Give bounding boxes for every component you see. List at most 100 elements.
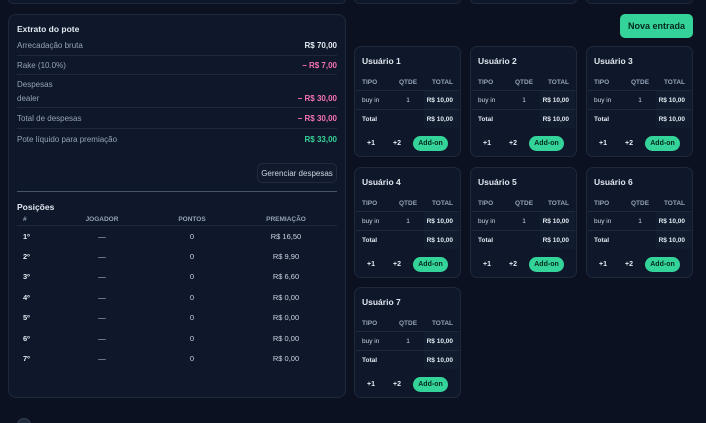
plus-two-button[interactable]: +2 xyxy=(503,257,523,272)
rake-row: Rake (10.0%) − R$ 7,00 xyxy=(17,56,337,75)
card-actions: +1 +2 Add-on xyxy=(361,136,448,151)
entry-row: buy in 1 R$ 10,00 xyxy=(356,91,459,110)
entry-row: buy in 1 R$ 10,00 xyxy=(356,212,459,231)
premiacao-cell: R$ 6,60 xyxy=(272,272,300,282)
col-total: TOTAL xyxy=(663,79,685,86)
section-divider xyxy=(17,191,337,192)
entry-total: R$ 10,00 xyxy=(656,91,691,109)
pote-row: Pote líquido para premiação R$ 33,00 xyxy=(17,129,337,149)
entry-total: R$ 10,00 xyxy=(656,212,691,230)
posicoes-header: # JOGADOR PONTOS PREMIAÇÃO xyxy=(17,214,337,226)
col-tipo: TIPO xyxy=(362,320,378,327)
add-on-button[interactable]: Add-on xyxy=(645,136,680,151)
total-value: R$ 10,00 xyxy=(656,110,691,128)
add-on-button[interactable]: Add-on xyxy=(413,136,448,151)
entries-header: TIPO QTDE TOTAL xyxy=(588,196,691,212)
plus-one-button[interactable]: +1 xyxy=(593,257,613,272)
user-card-title[interactable]: Usuário 3 xyxy=(594,56,633,66)
add-on-button[interactable]: Add-on xyxy=(529,136,564,151)
entry-qtde: 1 xyxy=(638,96,642,104)
col-total: TOTAL xyxy=(547,79,569,86)
position-cell: 6º xyxy=(23,333,30,343)
add-on-button[interactable]: Add-on xyxy=(413,377,448,392)
entry-qtde: 1 xyxy=(638,217,642,225)
header-pontos: PONTOS xyxy=(178,216,206,223)
col-qtde: QTDE xyxy=(630,79,650,86)
entries-header: TIPO QTDE TOTAL xyxy=(356,75,459,91)
plus-one-button[interactable]: +1 xyxy=(361,136,381,151)
add-on-button[interactable]: Add-on xyxy=(529,257,564,272)
total-row: Total R$ 10,00 xyxy=(472,231,575,249)
header-pos: # xyxy=(23,216,27,223)
entry-tipo: buy in xyxy=(362,337,380,345)
user-card-title[interactable]: Usuário 2 xyxy=(478,56,517,66)
plus-one-button[interactable]: +1 xyxy=(593,136,613,151)
plus-two-button[interactable]: +2 xyxy=(387,136,407,151)
user-card: Usuário 5 TIPO QTDE TOTAL buy in 1 R$ 10… xyxy=(470,167,577,278)
posicoes-title: Posições xyxy=(17,202,55,212)
add-on-button[interactable]: Add-on xyxy=(413,257,448,272)
total-label: Total xyxy=(362,356,378,364)
add-on-button[interactable]: Add-on xyxy=(645,257,680,272)
col-qtde: QTDE xyxy=(398,79,418,86)
col-total: TOTAL xyxy=(431,79,453,86)
plus-two-button[interactable]: +2 xyxy=(387,377,407,392)
position-cell: 3º xyxy=(23,272,30,282)
entry-total: R$ 10,00 xyxy=(540,91,575,109)
total-row: Total R$ 10,00 xyxy=(356,231,459,249)
plus-one-button[interactable]: +1 xyxy=(477,257,497,272)
entries-header: TIPO QTDE TOTAL xyxy=(356,196,459,212)
pontos-cell: 0 xyxy=(189,292,195,302)
total-row: Total R$ 10,00 xyxy=(588,231,691,249)
user-card: Usuário 3 TIPO QTDE TOTAL buy in 1 R$ 10… xyxy=(586,46,693,157)
position-cell: 5º xyxy=(23,313,30,323)
dealer-value: − R$ 30,00 xyxy=(297,93,337,103)
nova-entrada-button[interactable]: Nova entrada xyxy=(620,14,693,38)
pote-value: R$ 33,00 xyxy=(304,134,337,144)
entry-row: buy in 1 R$ 10,00 xyxy=(472,91,575,110)
entries-header: TIPO QTDE TOTAL xyxy=(472,196,575,212)
total-label: Total xyxy=(478,115,494,123)
plus-one-button[interactable]: +1 xyxy=(361,377,381,392)
header-premiacao: PREMIAÇÃO xyxy=(266,216,306,223)
col-tipo: TIPO xyxy=(478,200,494,207)
col-qtde: QTDE xyxy=(398,320,418,327)
pontos-cell: 0 xyxy=(189,252,195,262)
table-row: 2º — 0 R$ 9,90 xyxy=(17,246,337,266)
dealer-label: dealer xyxy=(17,93,40,103)
user-entries-table: TIPO QTDE TOTAL buy in 1 R$ 10,00 Total … xyxy=(356,75,459,128)
user-card-title[interactable]: Usuário 7 xyxy=(362,297,401,307)
user-card-title[interactable]: Usuário 6 xyxy=(594,177,633,187)
plus-one-button[interactable]: +1 xyxy=(477,136,497,151)
total-value: R$ 10,00 xyxy=(424,110,459,128)
entry-qtde: 1 xyxy=(406,337,410,345)
col-tipo: TIPO xyxy=(362,200,378,207)
arrecadacao-row: Arrecadação bruta R$ 70,00 xyxy=(17,36,337,56)
entry-total: R$ 10,00 xyxy=(424,332,459,350)
user-card: Usuário 4 TIPO QTDE TOTAL buy in 1 R$ 10… xyxy=(354,167,461,278)
extrato-title: Extrato do pote xyxy=(17,24,80,34)
user-entries-table: TIPO QTDE TOTAL buy in 1 R$ 10,00 Total … xyxy=(588,196,691,249)
user-card-title[interactable]: Usuário 4 xyxy=(362,177,401,187)
plus-two-button[interactable]: +2 xyxy=(619,257,639,272)
entry-qtde: 1 xyxy=(406,96,410,104)
entries-header: TIPO QTDE TOTAL xyxy=(588,75,691,91)
jogador-cell: — xyxy=(98,272,106,282)
total-value: R$ 10,00 xyxy=(540,110,575,128)
entry-total: R$ 10,00 xyxy=(424,212,459,230)
plus-two-button[interactable]: +2 xyxy=(503,136,523,151)
jogador-cell: — xyxy=(98,231,106,241)
plus-two-button[interactable]: +2 xyxy=(387,257,407,272)
plus-two-button[interactable]: +2 xyxy=(619,136,639,151)
entry-tipo: buy in xyxy=(594,96,612,104)
user-card-title[interactable]: Usuário 1 xyxy=(362,56,401,66)
plus-one-button[interactable]: +1 xyxy=(361,257,381,272)
col-total: TOTAL xyxy=(431,320,453,327)
user-card-title[interactable]: Usuário 5 xyxy=(478,177,517,187)
card-actions: +1 +2 Add-on xyxy=(477,257,564,272)
total-label: Total xyxy=(594,115,610,123)
arrecadacao-value: R$ 70,00 xyxy=(304,41,337,50)
table-row: 5º — 0 R$ 0,00 xyxy=(17,308,337,328)
gerenciar-despesas-button[interactable]: Gerenciar despesas xyxy=(257,163,337,183)
entry-row: buy in 1 R$ 10,00 xyxy=(356,332,459,351)
